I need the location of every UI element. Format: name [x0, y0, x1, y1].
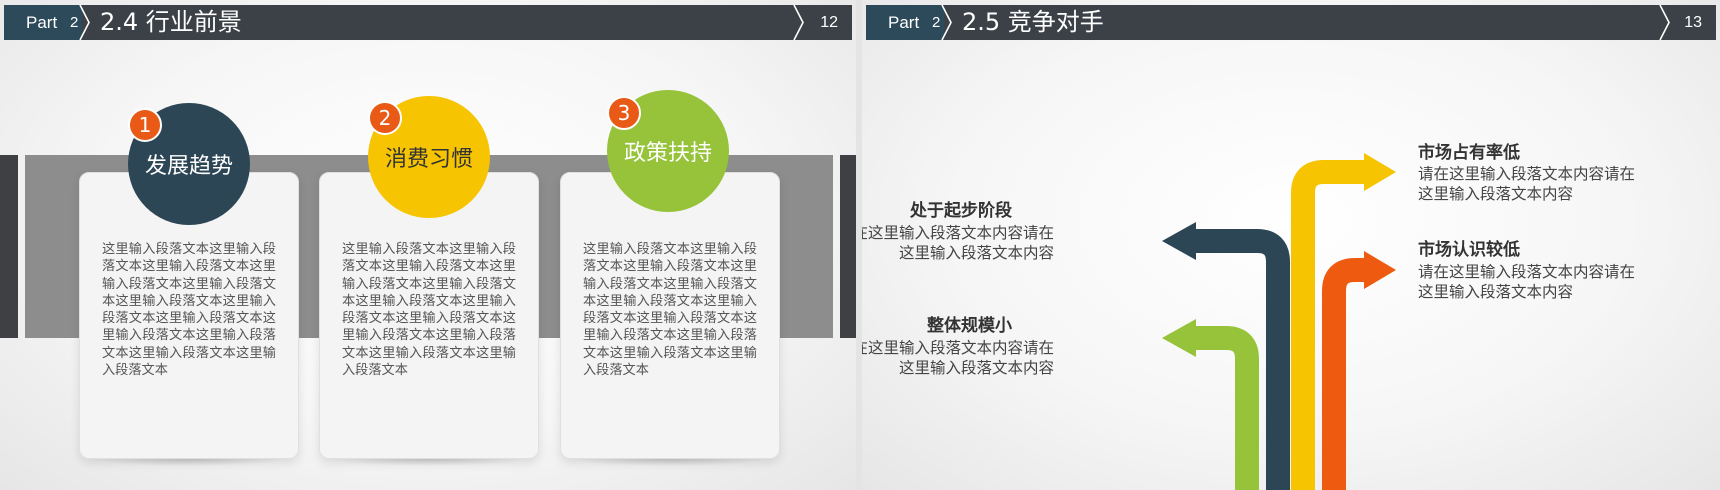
arrow-label-startup: 处于起步阶段 [910, 201, 1012, 221]
desc-line: 这里输入段落文本内容 [1418, 184, 1574, 203]
number-badge: 1 [128, 108, 162, 142]
arrow-green [1196, 326, 1259, 490]
arrow-yellow-head [1364, 153, 1396, 191]
band-edge-right [840, 155, 856, 338]
desc-line: 这里输入段落文本内容 [1418, 282, 1574, 301]
arrow-label-share: 市场占有率低 [1418, 143, 1520, 163]
card-body-text: 这里输入段落文本这里输入段落文本这里输入段落文本这里输入段落文本这里输入段落文本… [583, 242, 757, 379]
slide-12: Part 2 2.4 行业前景 12 这里输入段落文本这里输入段落文本这里输入段… [0, 0, 856, 490]
topic-title: 政策扶持 [623, 141, 712, 166]
arrow-desc-share: 请在这里输入段落文本内容请在 这里输入段落文本内容 [1418, 165, 1678, 204]
arrow-label-awareness: 市场认识较低 [1418, 240, 1520, 260]
card-3: 这里输入段落文本这里输入段落文本这里输入段落文本这里输入段落文本这里输入段落文本… [560, 172, 780, 459]
arrow-label-scale: 整体规模小 [927, 316, 1012, 336]
arrow-desc-awareness: 请在这里输入段落文本内容请在 这里输入段落文本内容 [1418, 263, 1678, 302]
card-body-text: 这里输入段落文本这里输入段落文本这里输入段落文本这里输入段落文本这里输入段落文本… [342, 242, 516, 379]
slide-header: Part 2 2.4 行业前景 12 [4, 5, 852, 40]
desc-line: 请在这里输入段落文本内容请在 [1418, 263, 1636, 281]
arrow-desc-startup: 请在这里输入段落文本内容请在 这里输入段落文本内容 [862, 224, 1054, 263]
arrow-green-head [1162, 319, 1196, 357]
desc-line: 这里输入段落文本内容 [898, 243, 1054, 262]
page-number: 12 [820, 14, 838, 31]
card-body-text: 这里输入段落文本这里输入段落文本这里输入段落文本这里输入段落文本这里输入段落文本… [102, 242, 276, 379]
desc-line: 请在这里输入段落文本内容请在 [862, 224, 1054, 242]
arrow-dark-head [1162, 222, 1196, 260]
arrow-orange-head [1364, 251, 1396, 289]
desc-line: 请在这里输入段落文本内容请在 [862, 339, 1054, 357]
band-edge-left [0, 155, 18, 338]
number-badge: 3 [607, 96, 641, 130]
desc-line: 这里输入段落文本内容 [898, 358, 1054, 377]
desc-line: 请在这里输入段落文本内容请在 [1418, 165, 1636, 183]
arrow-orange [1322, 258, 1364, 490]
topic-title: 消费习惯 [384, 147, 473, 172]
slide-title: 2.4 行业前景 [100, 8, 242, 36]
slide-13: Part 2 2.5 竞争对手 13 处于起步阶段 请在这里输入段落文本内容请在… [862, 0, 1720, 490]
arrow-desc-scale: 请在这里输入段落文本内容请在 这里输入段落文本内容 [862, 339, 1054, 378]
topic-title: 发展趋势 [144, 154, 233, 179]
number-badge: 2 [368, 101, 402, 135]
